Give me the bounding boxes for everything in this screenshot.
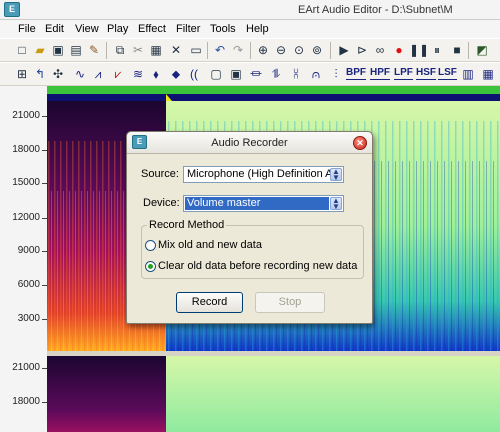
play-selection-icon[interactable]: ⊳ [354,42,370,58]
save-icon[interactable]: ▣ [50,42,66,58]
menu-file[interactable]: File [18,23,36,35]
clear-data-label[interactable]: Clear old data before recording new data [158,260,357,272]
window-title: EArt Audio Editor - D:\Subnet\M [298,4,453,16]
normalize-icon[interactable]: ⊞ [14,66,30,82]
fade-in-icon[interactable]: ⩗ [110,66,126,82]
spectrum-icon[interactable]: ◩ [474,42,490,58]
cut-icon[interactable]: ✂ [130,42,146,58]
loop-icon[interactable]: ∞ [372,42,388,58]
record-method-label: Record Method [147,219,227,231]
play-icon[interactable]: ▶ [336,42,352,58]
menu-effect[interactable]: Effect [138,23,166,35]
ruler-label: 9000 [17,245,40,256]
title-bar: E EArt Audio Editor - D:\Subnet\M [0,0,500,20]
effects-toolbar: ⊞ ↰ ✣ ∿ ⩘ ⩗ ≋ ⬧ ⬥ (( ▢ ▣ ⏛ ⥮ ⩆ ⩀ ⫶ BPF H… [0,62,500,86]
device-highlight: Volume master [185,197,329,210]
spectrogram-bottom[interactable] [47,356,500,432]
ruler-label: 6000 [17,279,40,290]
waveform-icon[interactable]: ∿ [72,66,88,82]
noise-icon[interactable]: ▣ [228,66,244,82]
source-select[interactable]: Microphone (High Definition Au ▲ ▼ [183,166,344,183]
pause-icon[interactable]: ❚❚ [409,42,429,58]
dialog-title-bar[interactable]: E Audio Recorder ✕ [127,132,372,154]
menu-tools[interactable]: Tools [210,23,236,35]
tempo-icon[interactable]: ⩆ [288,66,304,82]
menu-bar: File Edit View Play Effect Filter Tools … [0,20,500,38]
new-file-icon[interactable]: □ [14,42,30,58]
delete-icon[interactable]: ✕ [168,42,184,58]
paste-icon[interactable]: ▦ [148,42,164,58]
main-toolbar: □ ▰ ▣ ▤ ✎ ⧉ ✂ ▦ ✕ ▭ ↶ ↷ ⊕ ⊖ ⊙ ⊚ ▶ ⊳ ∞ ● … [0,38,500,62]
save-as-icon[interactable]: ▤ [68,42,84,58]
undo-icon[interactable]: ↶ [212,42,228,58]
hpf-filter-button[interactable]: HPF [370,67,390,80]
device-value: Volume master [187,197,261,209]
zoom-selection-icon[interactable]: ⊙ [291,42,307,58]
device-label: Device: [143,197,180,209]
dialog-title: Audio Recorder [211,137,288,149]
ruler-label: 3000 [17,313,40,324]
lpf-filter-button[interactable]: LPF [394,67,413,80]
playhead-marker[interactable] [166,94,172,101]
zoom-in-icon[interactable]: ⊕ [255,42,271,58]
equalizer-icon[interactable]: ⫶ [328,66,344,82]
source-value: Microphone (High Definition Au [187,168,339,180]
chevron-down-icon[interactable]: ▲ ▼ [330,197,342,211]
menu-edit[interactable]: Edit [45,23,64,35]
stretch-icon[interactable]: ⏛ [248,66,264,82]
selection-bar[interactable] [47,86,500,94]
ruler-label: 18000 [12,396,40,407]
lsf-filter-button[interactable]: LSF [438,67,457,80]
stop-button[interactable]: Stop [255,292,325,313]
device-select[interactable]: Volume master ▲ ▼ [183,195,344,212]
copy-icon[interactable]: ⧉ [112,42,128,58]
hsf-filter-button[interactable]: HSF [416,67,436,80]
mix-data-label[interactable]: Mix old and new data [158,239,262,251]
fade-out-icon[interactable]: ≋ [130,66,146,82]
split-icon[interactable]: ✣ [50,66,66,82]
reverse-icon[interactable]: ↰ [32,66,48,82]
stop-icon[interactable]: ■ [449,42,465,58]
record-button[interactable]: Record [176,292,243,313]
pitch-icon[interactable]: ⥮ [268,66,284,82]
flanger-icon[interactable]: (( [186,66,202,82]
echo-icon[interactable]: ⬧ [148,66,164,82]
redo-icon[interactable]: ↷ [230,42,246,58]
zoom-all-icon[interactable]: ⊚ [309,42,325,58]
chorus-icon[interactable]: ⬥ [168,66,184,82]
pause2-icon[interactable]: ⏸ [429,42,445,58]
trim-icon[interactable]: ▭ [188,42,204,58]
menu-help[interactable]: Help [246,23,269,35]
app-icon: E [4,2,20,17]
ruler-label: 18000 [12,144,40,155]
ruler-label: 21000 [12,362,40,373]
amplify-icon[interactable]: ⩘ [90,66,106,82]
audio-recorder-dialog: E Audio Recorder ✕ Source: Microphone (H… [126,131,373,324]
fft-icon[interactable]: ▦ [480,66,496,82]
close-icon[interactable]: ✕ [353,136,367,150]
bpf-filter-button[interactable]: BPF [346,67,366,80]
open-folder-icon[interactable]: ▰ [32,42,48,58]
timeline-bar[interactable] [47,94,500,101]
chevron-down-icon[interactable]: ▲ ▼ [330,168,342,182]
vibrato-icon[interactable]: ⩀ [308,66,324,82]
record-icon[interactable]: ● [391,42,407,58]
eq-bars-icon[interactable]: ▥ [460,66,476,82]
clear-data-radio[interactable] [145,261,156,272]
zoom-out-icon[interactable]: ⊖ [273,42,289,58]
ruler-label: 21000 [12,110,40,121]
source-label: Source: [141,168,179,180]
silence-icon[interactable]: ▢ [208,66,224,82]
mix-data-radio[interactable] [145,240,156,251]
ruler-label: 12000 [12,212,40,223]
ruler-label: 15000 [12,177,40,188]
properties-icon[interactable]: ✎ [86,42,102,58]
menu-filter[interactable]: Filter [176,23,200,35]
menu-view[interactable]: View [75,23,99,35]
menu-play[interactable]: Play [107,23,128,35]
